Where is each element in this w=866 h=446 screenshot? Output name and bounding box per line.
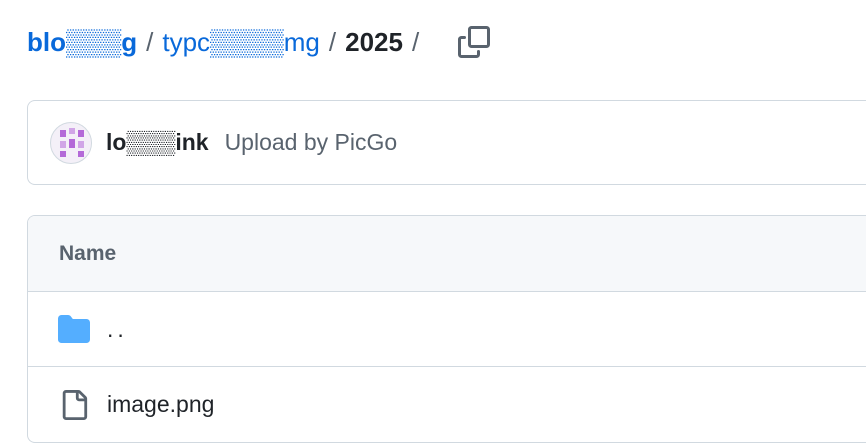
folder-icon	[57, 312, 91, 346]
table-row[interactable]: image.png	[28, 367, 866, 442]
file-icon	[57, 388, 91, 422]
breadcrumb-separator: /	[411, 26, 420, 57]
latest-commit: lo▒▒▒ink Upload by PicGo	[27, 100, 866, 185]
breadcrumb-repo-link[interactable]: blo▒▒▒g	[27, 27, 137, 58]
avatar[interactable]	[50, 121, 92, 164]
parent-directory-link[interactable]: ..	[107, 316, 128, 343]
breadcrumb-folder-link[interactable]: typc▒▒▒▒mg	[162, 27, 320, 58]
file-table: Name .. image.png	[27, 215, 866, 443]
table-row[interactable]: ..	[28, 292, 866, 367]
copy-path-button[interactable]	[454, 22, 494, 62]
commit-message[interactable]: Upload by PicGo	[225, 129, 398, 156]
file-link[interactable]: image.png	[107, 391, 214, 418]
breadcrumb-separator: /	[328, 26, 337, 57]
breadcrumb: blo▒▒▒g / typc▒▒▒▒mg / 2025 /	[27, 22, 494, 62]
breadcrumb-separator: /	[146, 26, 154, 57]
column-header-name: Name	[28, 216, 866, 292]
commit-author[interactable]: lo▒▒▒ink	[106, 129, 209, 156]
copy-icon	[458, 26, 491, 58]
breadcrumb-current: 2025	[345, 26, 403, 57]
